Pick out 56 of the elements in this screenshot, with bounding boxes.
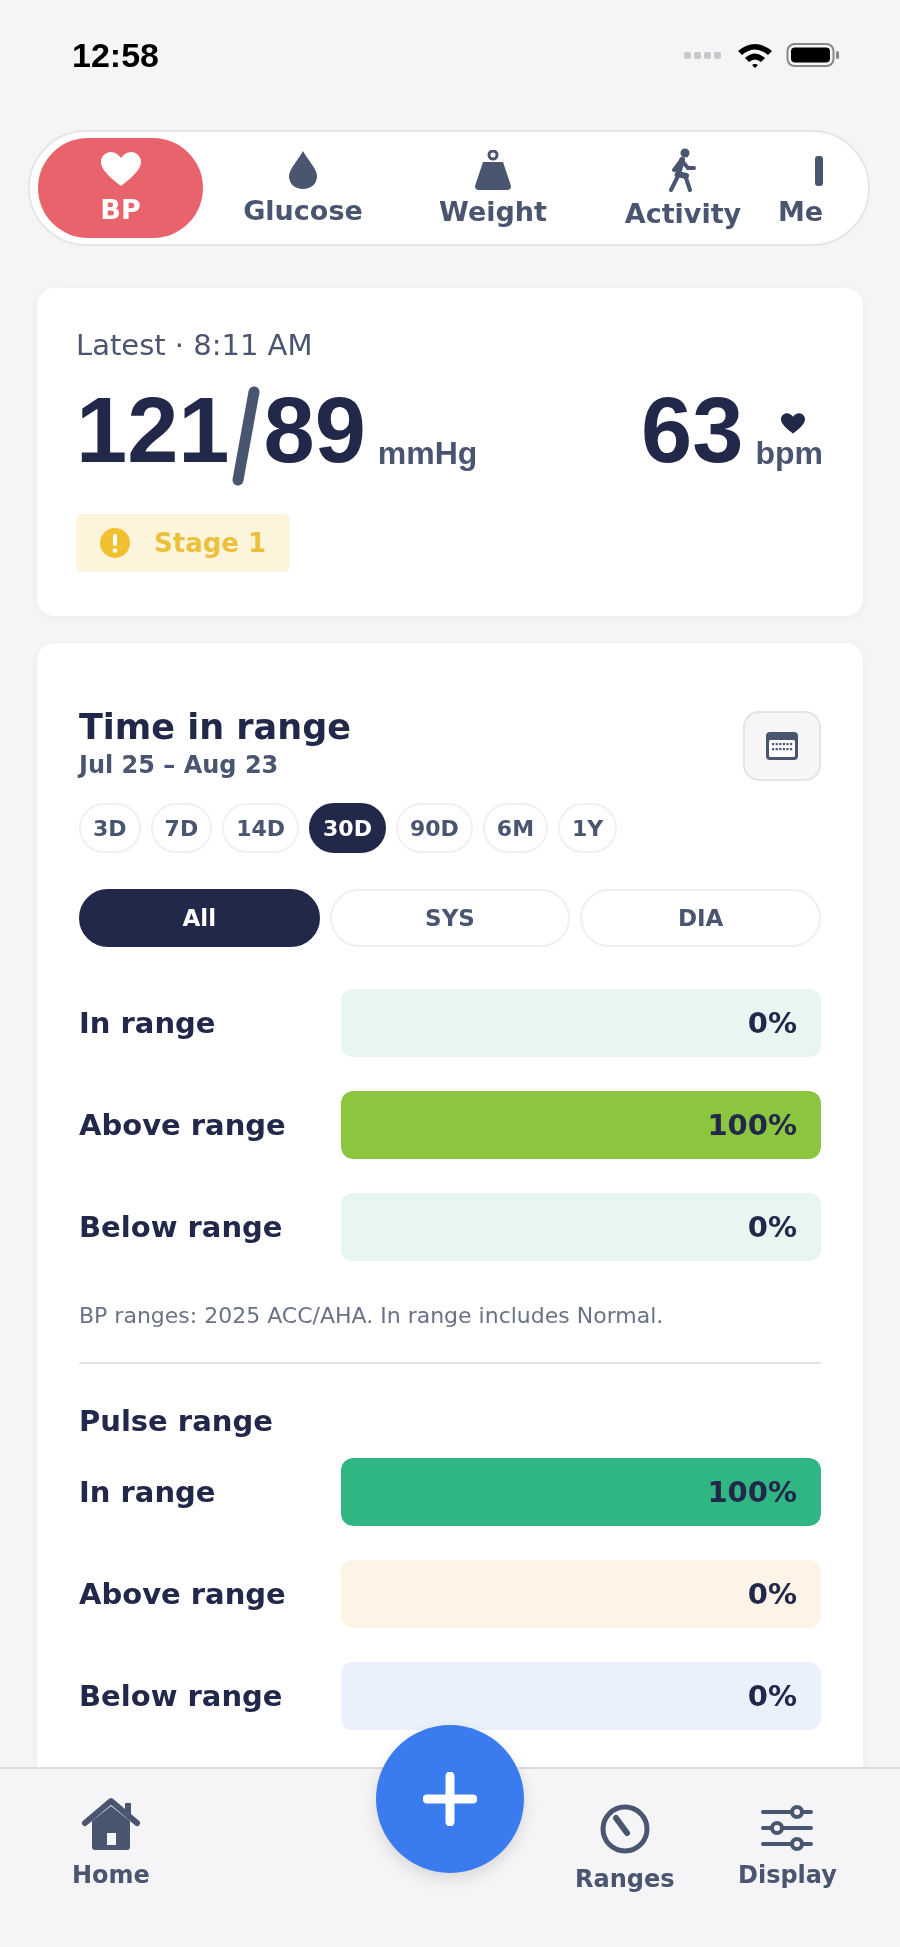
- period-chip[interactable]: 7D: [150, 803, 213, 853]
- range-label: Below range: [79, 1210, 283, 1244]
- pulse-unit: bpm: [755, 435, 823, 472]
- status-time: 12:58: [72, 35, 159, 75]
- slash-icon: [231, 386, 260, 486]
- range-label: In range: [79, 1006, 216, 1040]
- category-tab[interactable]: Weight: [398, 138, 588, 238]
- period-chip[interactable]: 90D: [395, 803, 473, 853]
- calendar-button[interactable]: [743, 711, 821, 781]
- period-chip[interactable]: 14D: [222, 803, 300, 853]
- systolic-value: 121: [76, 384, 230, 476]
- period-chip[interactable]: 30D: [309, 803, 386, 853]
- filter-segment[interactable]: SYS: [329, 889, 571, 947]
- range-percent: 0%: [747, 1006, 797, 1040]
- pulse-value: 63: [641, 384, 744, 476]
- range-percent: 100%: [707, 1475, 797, 1509]
- heart-icon: [100, 151, 141, 188]
- heart-icon: [781, 413, 805, 435]
- drop-icon: [289, 150, 317, 189]
- filter-segment[interactable]: DIA: [580, 889, 821, 947]
- date-range: Jul 25 – Aug 23: [79, 751, 280, 779]
- latest-caption: Latest · 8:11 AM: [76, 328, 314, 362]
- range-percent: 100%: [707, 1108, 797, 1142]
- range-label: Above range: [79, 1577, 286, 1611]
- home-icon: [80, 1797, 141, 1851]
- wifi-icon: [736, 41, 774, 69]
- category-tab[interactable]: Glucose: [208, 138, 398, 238]
- nav-item[interactable]: Home: [72, 1797, 150, 1889]
- period-chip[interactable]: 1Y: [558, 803, 618, 853]
- battery-icon: [786, 41, 840, 69]
- nav-item[interactable]: Display: [738, 1805, 837, 1889]
- warning-icon: [100, 528, 130, 558]
- section-title: Time in range: [79, 707, 351, 747]
- bp-unit: mmHg: [377, 435, 478, 472]
- period-chip[interactable]: 3D: [79, 803, 141, 853]
- filter-segment[interactable]: All: [79, 889, 320, 947]
- range-percent: 0%: [747, 1577, 797, 1611]
- plus-icon: [423, 1772, 477, 1826]
- signal-icon: [684, 50, 724, 60]
- ranges-note: BP ranges: 2025 ACC/AHA. In range includes Normal.: [79, 1303, 665, 1328]
- weight-icon: [473, 149, 513, 190]
- gauge-icon: [598, 1803, 651, 1855]
- nav-item[interactable]: Ranges: [575, 1803, 675, 1893]
- range-label: Above range: [79, 1108, 286, 1142]
- section-subtitle: Pulse range: [79, 1404, 274, 1438]
- range-percent: 0%: [747, 1679, 797, 1713]
- range-label: In range: [79, 1475, 216, 1509]
- range-label: Below range: [79, 1679, 283, 1713]
- category-tab[interactable]: Me: [778, 138, 824, 238]
- stage-label: Stage 1: [154, 528, 267, 558]
- range-percent: 0%: [747, 1210, 797, 1244]
- diastolic-value: 89: [263, 384, 366, 476]
- period-chip[interactable]: 6M: [482, 803, 549, 853]
- sliders-icon: [761, 1805, 814, 1851]
- category-tab[interactable]: Activity: [588, 138, 778, 238]
- calendar-icon: [765, 731, 799, 761]
